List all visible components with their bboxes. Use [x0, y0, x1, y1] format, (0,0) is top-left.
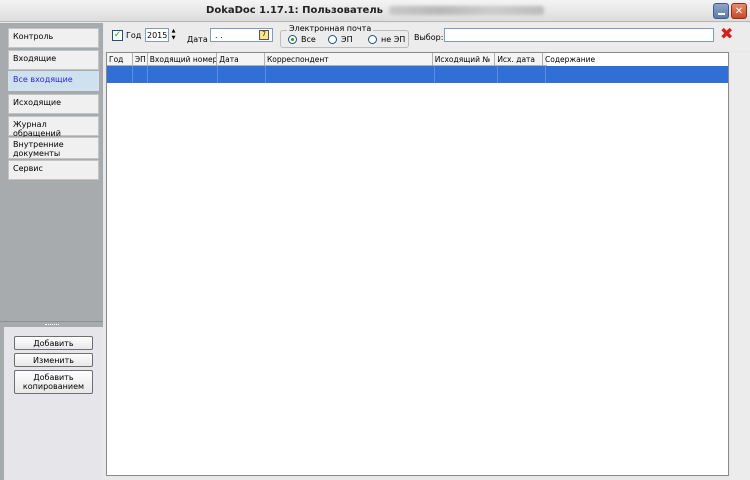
year-label: Год: [126, 31, 142, 40]
clear-filter-icon[interactable]: ✖: [720, 26, 733, 42]
calendar-icon[interactable]: 7: [259, 30, 269, 40]
column-ep[interactable]: ЭП: [133, 53, 148, 66]
nav-item-outgoing[interactable]: Исходящие: [8, 94, 99, 114]
year-spinner[interactable]: ▲ ▼: [169, 28, 178, 42]
title-bar: DokaDoc 1.17.1: Пользователь ✕: [0, 0, 750, 22]
radio-email-ep-label: ЭП: [341, 35, 353, 44]
close-window-button[interactable]: ✕: [731, 3, 747, 19]
selection-label: Выбор:: [414, 33, 444, 42]
column-date[interactable]: Дата: [217, 53, 265, 66]
action-buttons-area: Добавить Изменить Добавить копированием: [4, 327, 103, 480]
year-checkbox[interactable]: ✓: [112, 30, 123, 41]
column-outgoing-date[interactable]: Исх. дата: [495, 53, 543, 66]
column-year[interactable]: Год: [107, 53, 133, 66]
spin-down-icon: ▼: [171, 35, 176, 41]
year-input[interactable]: 2015: [145, 28, 169, 42]
documents-grid: Год ЭП Входящий номер Дата Корреспондент…: [106, 52, 729, 476]
radio-email-not-ep[interactable]: [368, 35, 377, 44]
email-filter-title: Электронная почта: [287, 24, 374, 33]
selection-input[interactable]: [444, 28, 714, 42]
minimize-icon: [717, 13, 725, 15]
nav-item-all-incoming[interactable]: Все входящие: [8, 71, 99, 91]
redacted-username: [388, 5, 544, 15]
nav-item-service[interactable]: Сервис: [8, 160, 99, 180]
add-button[interactable]: Добавить: [14, 336, 93, 350]
column-outgoing-number[interactable]: Исходящий №: [433, 53, 496, 66]
radio-email-all-label: Все: [301, 35, 316, 44]
filter-toolbar: ✓ Год 2015 ▲ ▼ Дата . . 7 Электронная поч…: [104, 23, 750, 51]
window-title: DokaDoc 1.17.1: Пользователь: [0, 5, 750, 16]
table-row[interactable]: [107, 66, 728, 83]
close-icon: ✕: [734, 5, 744, 17]
right-strip: [730, 52, 750, 480]
check-icon: ✓: [113, 30, 122, 40]
left-panel: Контроль Входящие Все входящие Исходящие…: [0, 23, 103, 480]
date-label: Дата: [187, 35, 208, 44]
column-incoming-number[interactable]: Входящий номер: [148, 53, 218, 66]
add-copy-button[interactable]: Добавить копированием: [14, 370, 93, 394]
nav-item-appeals-journal[interactable]: Журнал обращений: [8, 116, 99, 138]
radio-email-ep[interactable]: [328, 35, 337, 44]
radio-email-all[interactable]: [288, 35, 297, 44]
column-content[interactable]: Содержание: [543, 53, 595, 66]
column-correspondent[interactable]: Корреспондент: [265, 53, 433, 66]
nav-item-incoming[interactable]: Входящие: [8, 50, 99, 70]
radio-email-not-ep-label: не ЭП: [381, 35, 406, 44]
grid-header: Год ЭП Входящий номер Дата Корреспондент…: [107, 53, 595, 66]
grip-icon: [45, 324, 59, 326]
minimize-button[interactable]: [713, 3, 729, 19]
edit-button[interactable]: Изменить: [14, 353, 93, 367]
spin-up-icon: ▲: [171, 28, 176, 34]
nav-item-internal-docs[interactable]: Внутренние документы: [8, 137, 99, 159]
nav-item-control[interactable]: Контроль: [8, 28, 99, 48]
